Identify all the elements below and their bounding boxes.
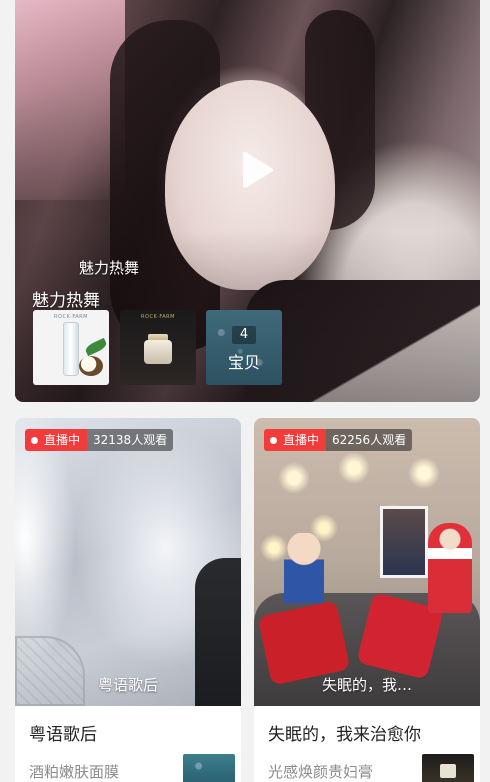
live-badge: 直播中 32138人观看: [25, 429, 174, 451]
product-name: 酒粕嫩肤面膜: [29, 763, 120, 781]
stream-cover[interactable]: 直播中 62256人观看 失眠的，我…: [254, 418, 480, 706]
background-decor: [15, 0, 125, 200]
live-status: 直播中: [25, 429, 88, 451]
live-status: 直播中: [264, 429, 327, 451]
more-products-button[interactable]: 4 宝贝: [206, 310, 282, 385]
stream-title: 粤语歌后: [29, 725, 97, 745]
product-bottle-image: [63, 322, 79, 376]
stream-title: 魅力热舞: [32, 291, 100, 311]
product-image-detail: [79, 356, 103, 376]
live-dot-icon: [270, 436, 277, 444]
live-stream-card[interactable]: 直播中 32138人观看 粤语歌后 粤语歌后 酒粕嫩肤面膜: [15, 418, 241, 782]
viewer-count: 32138人观看: [87, 429, 174, 451]
featured-live-card[interactable]: 魅力热舞 魅力热舞 ROCK·FARM ROCK·FARM 4 宝贝: [15, 0, 480, 402]
stream-title: 失眠的，我来治愈你: [268, 725, 421, 745]
product-jar-image: [440, 764, 456, 778]
cover-caption: 失眠的，我…: [321, 676, 412, 694]
live-stream-card[interactable]: 直播中 62256人观看 失眠的，我… 失眠的，我来治愈你 光感焕颜贵妇膏: [254, 418, 480, 782]
product-image-detail: [83, 337, 109, 357]
product-count-label: 宝贝: [227, 353, 260, 372]
product-brand: ROCK·FARM: [54, 314, 88, 320]
live-status-label: 直播中: [283, 433, 320, 447]
cover-detail: [284, 533, 324, 603]
product-thumbnail[interactable]: ROCK·FARM: [120, 310, 196, 385]
product-thumbnail[interactable]: [422, 754, 474, 782]
live-dot-icon: [31, 436, 38, 444]
product-thumbnail[interactable]: [183, 754, 235, 782]
stream-cover[interactable]: 直播中 32138人观看 粤语歌后: [15, 418, 241, 706]
cover-caption: 粤语歌后: [97, 676, 158, 694]
product-name: 光感焕颜贵妇膏: [268, 763, 374, 781]
cover-detail: [428, 523, 472, 613]
live-status-label: 直播中: [44, 433, 81, 447]
cover-detail: [15, 636, 85, 706]
video-subtitle: 魅力热舞: [79, 259, 140, 277]
play-icon[interactable]: [223, 140, 283, 200]
product-brand: ROCK·FARM: [141, 314, 175, 320]
cover-detail: [380, 506, 428, 578]
product-count: 4: [232, 326, 256, 344]
live-badge: 直播中 62256人观看: [264, 429, 413, 451]
product-thumbnail[interactable]: ROCK·FARM: [33, 310, 109, 385]
product-jar-image: [144, 340, 172, 364]
viewer-count: 62256人观看: [326, 429, 413, 451]
